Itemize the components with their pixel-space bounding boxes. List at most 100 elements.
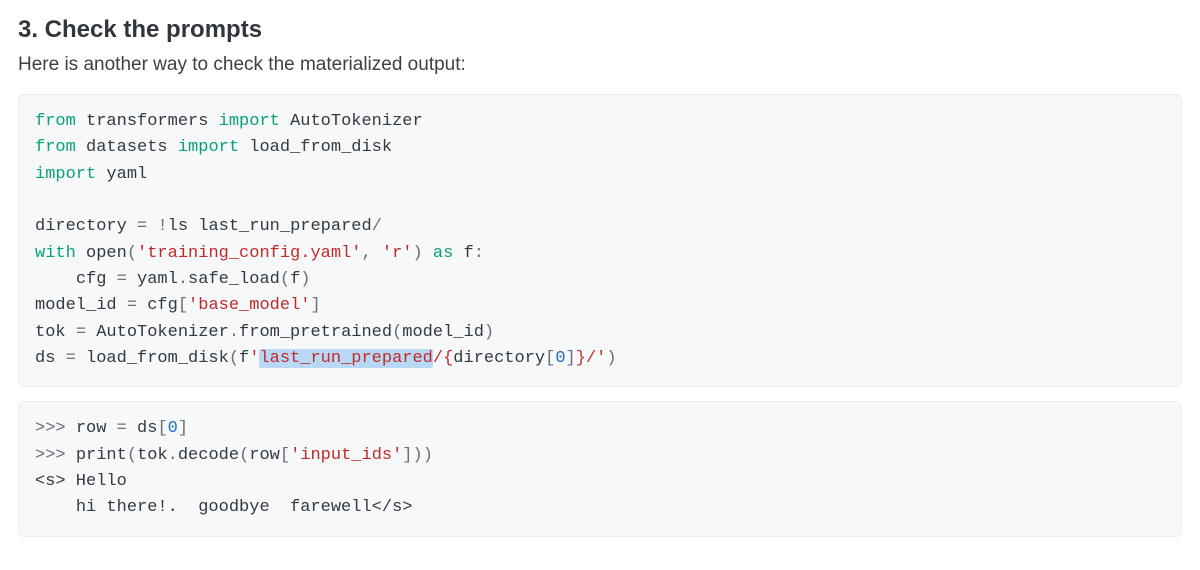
lparen: ( bbox=[229, 349, 239, 368]
selected-text: last_run_prepared bbox=[259, 349, 432, 368]
fstring-prefix: f bbox=[239, 349, 249, 368]
var-directory: directory bbox=[453, 349, 545, 368]
dot: . bbox=[178, 270, 188, 289]
num-zero: 0 bbox=[555, 349, 565, 368]
output-open-tag-lt: < bbox=[35, 472, 45, 491]
rbracket: ] bbox=[566, 349, 576, 368]
var-ds: ds bbox=[137, 419, 157, 438]
op-assign: = bbox=[76, 323, 86, 342]
cls-autotokenizer: AutoTokenizer bbox=[96, 323, 229, 342]
slash: / bbox=[372, 217, 382, 236]
code-block-1[interactable]: from transformers import AutoTokenizer f… bbox=[18, 94, 1182, 387]
rparen: ) bbox=[484, 323, 494, 342]
var-f: f bbox=[290, 270, 300, 289]
dot: . bbox=[229, 323, 239, 342]
dot: . bbox=[168, 446, 178, 465]
lbracket: [ bbox=[545, 349, 555, 368]
rbrace: } bbox=[576, 349, 586, 368]
var-row: row bbox=[76, 419, 107, 438]
repl-prompt: >>> bbox=[35, 446, 66, 465]
op-assign: = bbox=[117, 270, 127, 289]
indent bbox=[35, 270, 76, 289]
op-assign: = bbox=[127, 296, 137, 315]
kw-as: as bbox=[433, 244, 453, 263]
colon: : bbox=[474, 244, 484, 263]
output-text: Hello bbox=[66, 472, 127, 491]
var-row: row bbox=[249, 446, 280, 465]
output-text: hi there!. goodbye farewell bbox=[76, 498, 372, 517]
output-close-tag-gt: > bbox=[402, 498, 412, 517]
var-tok: tok bbox=[35, 323, 66, 342]
var-ds: ds bbox=[35, 349, 55, 368]
import-name: load_from_disk bbox=[249, 138, 392, 157]
lparen: ( bbox=[127, 244, 137, 263]
kw-import: import bbox=[35, 165, 96, 184]
bang: ! bbox=[157, 217, 167, 236]
import-name: AutoTokenizer bbox=[290, 112, 423, 131]
op-assign: = bbox=[137, 217, 147, 236]
lbracket: [ bbox=[178, 296, 188, 315]
str-literal: 'base_model' bbox=[188, 296, 310, 315]
str-mid: / bbox=[433, 349, 443, 368]
var-tok: tok bbox=[137, 446, 168, 465]
lbracket: [ bbox=[157, 419, 167, 438]
mod-yaml: yaml bbox=[137, 270, 178, 289]
section-intro: Here is another way to check the materia… bbox=[18, 54, 1182, 76]
lbracket: [ bbox=[280, 446, 290, 465]
str-tail: / bbox=[586, 349, 596, 368]
fn-print: print bbox=[76, 446, 127, 465]
rparen: ) bbox=[412, 244, 422, 263]
op-assign: = bbox=[66, 349, 76, 368]
shell-cmd: ls bbox=[168, 217, 188, 236]
output-close-tag-lt: < bbox=[372, 498, 382, 517]
output-close-tag-s: s bbox=[392, 498, 402, 517]
str-quote: ' bbox=[249, 349, 259, 368]
fn-from-pretrained: from_pretrained bbox=[239, 323, 392, 342]
var-cfg: cfg bbox=[147, 296, 178, 315]
arg-model-id: model_id bbox=[402, 323, 484, 342]
module-name: yaml bbox=[106, 165, 147, 184]
str-literal: 'training_config.yaml' bbox=[137, 244, 361, 263]
output-close-tag-slash: / bbox=[382, 498, 392, 517]
section-heading: 3. Check the prompts bbox=[18, 16, 1182, 44]
str-literal: 'r' bbox=[382, 244, 413, 263]
code-block-2[interactable]: >>> row = ds[0] >>> print(tok.decode(row… bbox=[18, 401, 1182, 536]
kw-import: import bbox=[219, 112, 280, 131]
rparen: ) bbox=[423, 446, 433, 465]
output-open-tag-s: s bbox=[45, 472, 55, 491]
op-assign: = bbox=[117, 419, 127, 438]
output-open-tag-gt: > bbox=[55, 472, 65, 491]
rbracket: ] bbox=[178, 419, 188, 438]
kw-from: from bbox=[35, 112, 76, 131]
module-name: transformers bbox=[86, 112, 208, 131]
kw-with: with bbox=[35, 244, 76, 263]
var-name: directory bbox=[35, 217, 127, 236]
indent bbox=[35, 498, 76, 517]
rbracket: ] bbox=[402, 446, 412, 465]
rparen: ) bbox=[300, 270, 310, 289]
kw-from: from bbox=[35, 138, 76, 157]
rparen: ) bbox=[606, 349, 616, 368]
rparen: ) bbox=[413, 446, 423, 465]
fn-load-from-disk: load_from_disk bbox=[86, 349, 229, 368]
lbrace: { bbox=[443, 349, 453, 368]
var-cfg: cfg bbox=[76, 270, 107, 289]
fn-decode: decode bbox=[178, 446, 239, 465]
var-model-id: model_id bbox=[35, 296, 117, 315]
path: last_run_prepared bbox=[198, 217, 371, 236]
repl-prompt: >>> bbox=[35, 419, 66, 438]
str-literal: 'input_ids' bbox=[290, 446, 402, 465]
lparen: ( bbox=[239, 446, 249, 465]
kw-import: import bbox=[178, 138, 239, 157]
lparen: ( bbox=[280, 270, 290, 289]
str-quote: ' bbox=[596, 349, 606, 368]
num-zero: 0 bbox=[168, 419, 178, 438]
lparen: ( bbox=[127, 446, 137, 465]
module-name: datasets bbox=[86, 138, 168, 157]
fn-safe-load: safe_load bbox=[188, 270, 280, 289]
lparen: ( bbox=[392, 323, 402, 342]
fn-open: open bbox=[86, 244, 127, 263]
var-f: f bbox=[464, 244, 474, 263]
rbracket: ] bbox=[310, 296, 320, 315]
comma: , bbox=[361, 244, 371, 263]
